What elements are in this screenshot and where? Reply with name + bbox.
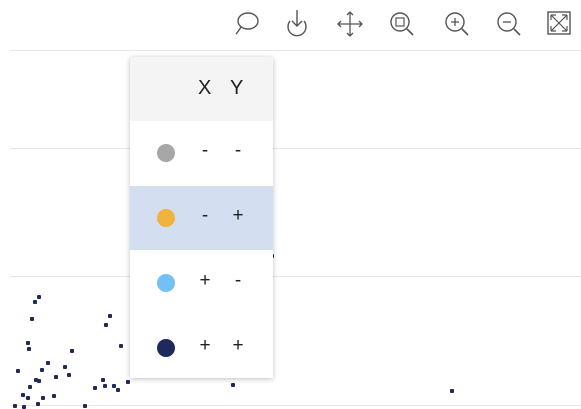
legend-x-sign: + bbox=[199, 335, 211, 356]
scatter-point bbox=[22, 405, 26, 409]
scatter-point bbox=[40, 368, 44, 372]
scatter-point bbox=[54, 375, 58, 379]
quadrant-legend: X Y - - - + + - + + bbox=[130, 57, 273, 378]
scatter-point bbox=[46, 361, 50, 365]
scatter-point bbox=[104, 323, 108, 327]
legend-header-x: X bbox=[198, 77, 212, 99]
scatter-point bbox=[26, 396, 30, 400]
scatter-point bbox=[37, 295, 41, 299]
legend-y-sign: - bbox=[234, 270, 242, 291]
scatter-point bbox=[26, 341, 30, 345]
legend-row[interactable]: + + bbox=[130, 316, 273, 380]
scatter-point bbox=[67, 373, 71, 377]
legend-x-sign: - bbox=[201, 140, 209, 161]
scatter-point bbox=[37, 379, 41, 383]
scatter-point bbox=[13, 404, 17, 408]
scatter-point bbox=[450, 389, 454, 393]
scatter-point bbox=[101, 378, 105, 382]
legend-x-sign: - bbox=[201, 205, 209, 226]
legend-x-sign: + bbox=[199, 270, 211, 291]
scatter-point bbox=[108, 314, 112, 318]
scatter-point bbox=[116, 388, 120, 392]
legend-color-dot bbox=[157, 339, 175, 357]
legend-color-dot bbox=[157, 144, 175, 162]
scatter-point bbox=[103, 384, 107, 388]
scatter-point bbox=[126, 380, 130, 384]
scatter-point bbox=[41, 396, 45, 400]
scatter-point bbox=[27, 347, 31, 351]
legend-y-sign: + bbox=[232, 335, 244, 356]
scatter-point bbox=[83, 404, 87, 408]
legend-color-dot bbox=[157, 274, 175, 292]
legend-row[interactable]: + - bbox=[130, 251, 273, 315]
scatter-point bbox=[70, 349, 74, 353]
legend-row[interactable]: - + bbox=[130, 186, 273, 250]
scatter-point bbox=[63, 365, 67, 369]
legend-color-dot bbox=[157, 209, 175, 227]
legend-y-sign: + bbox=[232, 205, 244, 226]
scatter-point bbox=[52, 394, 56, 398]
scatter-plot-area bbox=[0, 0, 581, 409]
scatter-point bbox=[28, 385, 32, 389]
scatter-point bbox=[231, 383, 235, 387]
legend-row[interactable]: -- bbox=[130, 121, 273, 185]
scatter-point bbox=[16, 369, 20, 373]
scatter-point bbox=[36, 402, 40, 406]
scatter-point bbox=[93, 386, 97, 390]
scatter-point bbox=[119, 344, 123, 348]
legend-y-sign: - bbox=[234, 140, 242, 161]
legend-header-y: Y bbox=[230, 77, 244, 99]
scatter-point bbox=[33, 300, 37, 304]
legend-header: X Y bbox=[130, 57, 273, 121]
scatter-point bbox=[21, 393, 25, 397]
scatter-point bbox=[30, 317, 34, 321]
